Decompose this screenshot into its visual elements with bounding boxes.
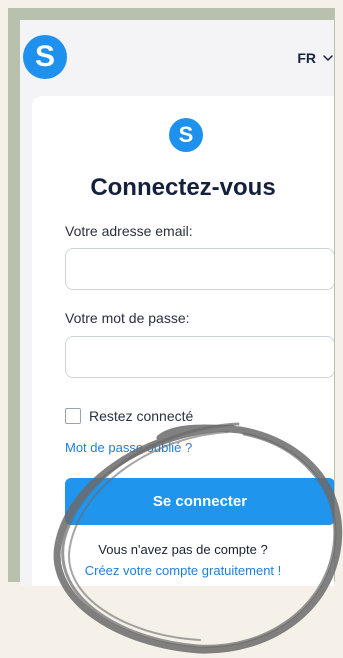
page-title: Connectez-vous — [90, 174, 276, 201]
email-field[interactable] — [65, 248, 334, 290]
card-logo: S — [169, 118, 203, 152]
language-selector[interactable]: FR — [297, 48, 334, 68]
password-field[interactable] — [65, 336, 334, 378]
brand-logo[interactable]: S — [23, 35, 67, 79]
brand-logo-letter: S — [34, 40, 55, 73]
language-label: FR — [297, 50, 316, 66]
login-card: S Connectez-vous Votre adresse email: Vo… — [32, 96, 334, 586]
remember-me-row: Restez connecté — [65, 408, 193, 424]
no-account-text: Vous n'avez pas de compte ? — [98, 542, 268, 557]
email-label: Votre adresse email: — [65, 223, 193, 239]
phone-frame: S FR S Connectez-vous Votre adresse emai… — [8, 8, 335, 586]
login-button[interactable]: Se connecter — [65, 478, 334, 525]
card-logo-letter: S — [178, 122, 194, 147]
create-account-link[interactable]: Créez votre compte gratuitement ! — [32, 563, 334, 578]
forgot-password-link[interactable]: Mot de passe oublié ? — [65, 440, 192, 455]
login-screen: S FR S Connectez-vous Votre adresse emai… — [20, 20, 334, 586]
remember-me-checkbox[interactable] — [65, 408, 81, 424]
chevron-down-icon — [323, 55, 333, 62]
remember-me-label[interactable]: Restez connecté — [89, 408, 193, 424]
top-bar: S FR — [20, 20, 334, 92]
password-label: Votre mot de passe: — [65, 310, 190, 326]
